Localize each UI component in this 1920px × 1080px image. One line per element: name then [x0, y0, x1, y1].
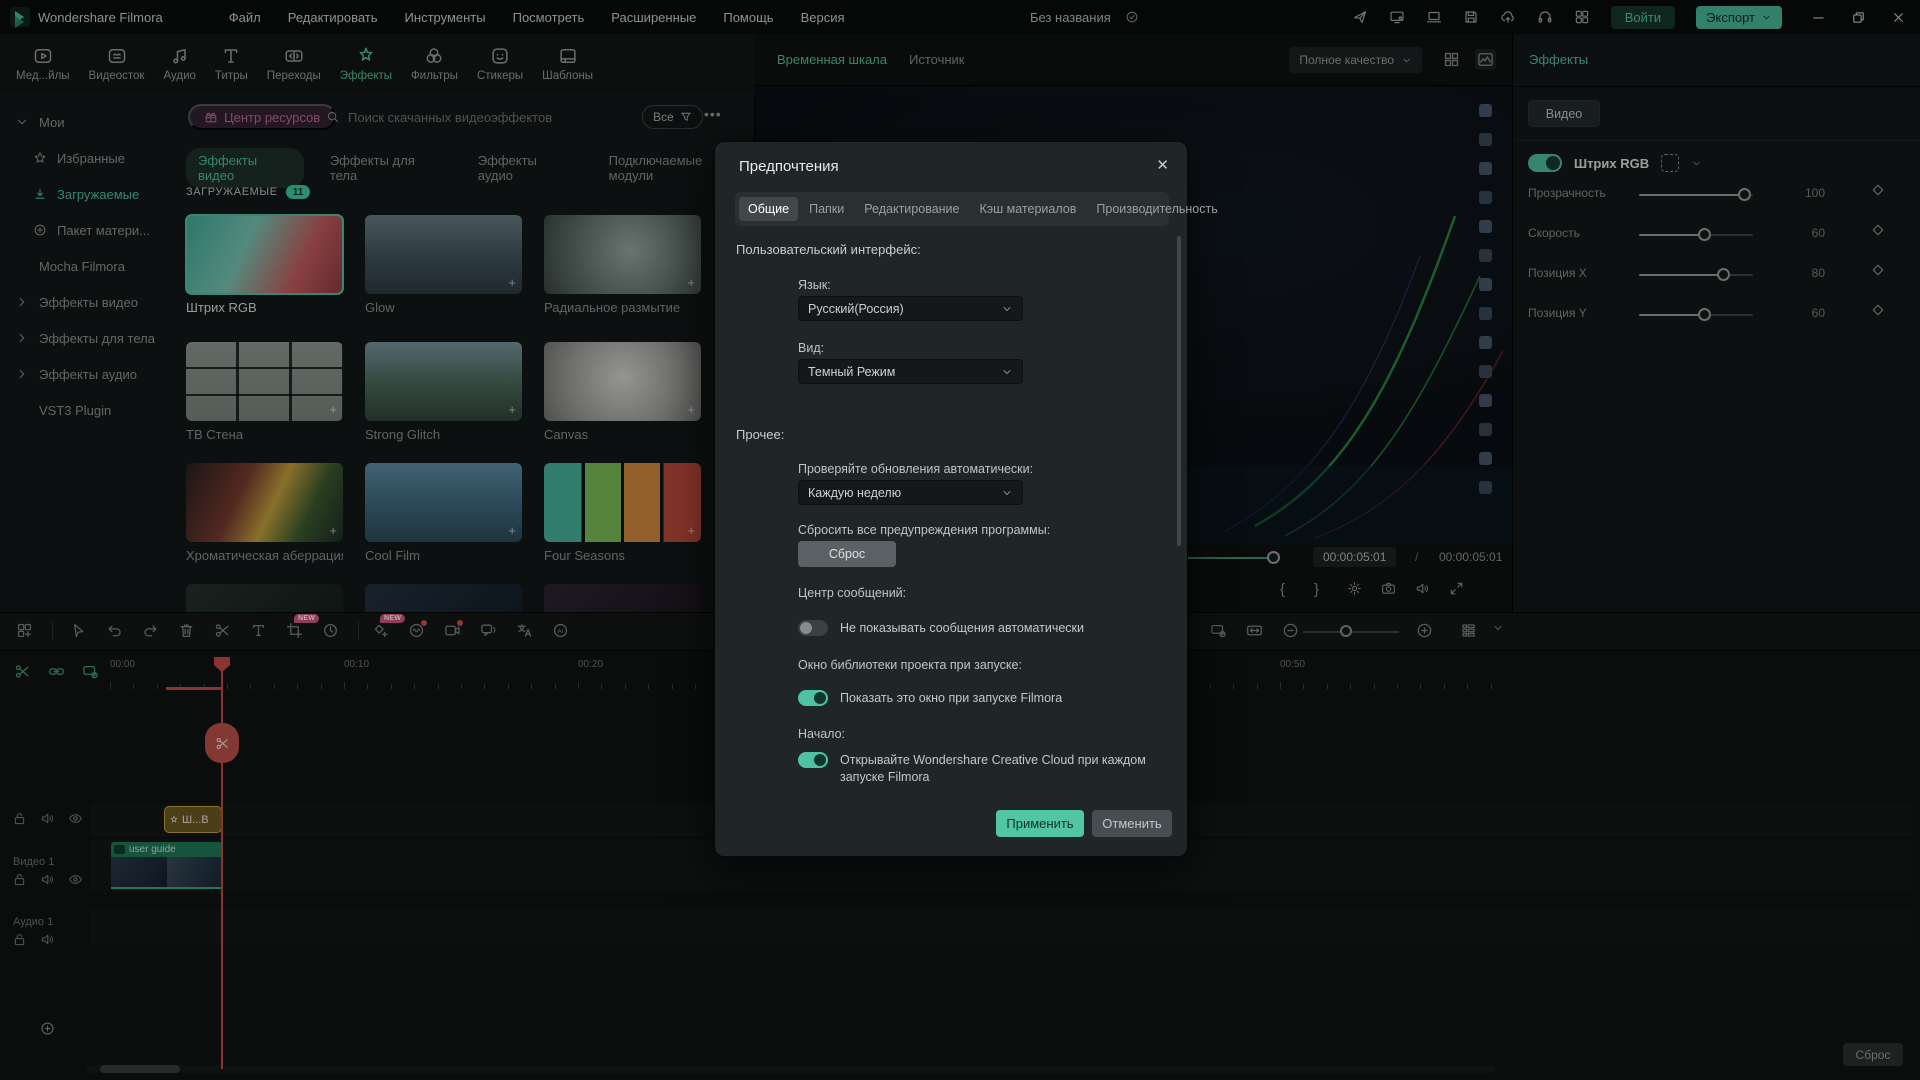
library-toggle[interactable]	[798, 690, 828, 706]
reset-warnings-button[interactable]: Сброс	[798, 541, 896, 567]
language-value: Русский(Россия)	[808, 302, 904, 316]
ui-section-label: Пользовательский интерфейс:	[736, 242, 921, 257]
view-select[interactable]: Темный Режим	[798, 359, 1023, 384]
dialog-tabs: ОбщиеПапкиРедактированиеКэш материаловПр…	[735, 192, 1169, 226]
view-label: Вид:	[798, 341, 824, 355]
updates-value: Каждую неделю	[808, 486, 901, 500]
dialog-tab[interactable]: Кэш материалов	[971, 197, 1086, 221]
start-toggle[interactable]	[798, 752, 828, 768]
chevron-down-icon	[1001, 366, 1013, 378]
language-label: Язык:	[798, 278, 831, 292]
messages-toggle[interactable]	[798, 620, 828, 636]
start-section-label: Начало:	[798, 727, 845, 741]
start-toggle-label: Открывайте Wondershare Creative Cloud пр…	[840, 752, 1170, 786]
updates-label: Проверяйте обновления автоматически:	[798, 462, 1033, 476]
message-center-label: Центр сообщений:	[798, 586, 906, 600]
dialog-tab[interactable]: Папки	[800, 197, 853, 221]
library-toggle-row: Показать это окно при запуске Filmora	[798, 690, 1062, 707]
language-select[interactable]: Русский(Россия)	[798, 296, 1023, 321]
dialog-title: Предпочтения	[739, 158, 839, 175]
updates-select[interactable]: Каждую неделю	[798, 480, 1023, 505]
dialog-tab[interactable]: Редактирование	[855, 197, 968, 221]
reset-warnings-label: Сбросить все предупреждения программы:	[798, 523, 1050, 537]
messages-toggle-row: Не показывать сообщения автоматически	[798, 620, 1084, 637]
chevron-down-icon	[1001, 487, 1013, 499]
other-section-label: Прочее:	[736, 427, 784, 442]
preferences-dialog: Предпочтения ✕ ОбщиеПапкиРедактированиеК…	[714, 141, 1188, 857]
start-toggle-row: Открывайте Wondershare Creative Cloud пр…	[798, 752, 1170, 786]
messages-toggle-label: Не показывать сообщения автоматически	[840, 620, 1084, 637]
library-toggle-label: Показать это окно при запуске Filmora	[840, 690, 1062, 707]
dialog-tab[interactable]: Общие	[739, 197, 798, 221]
view-value: Темный Режим	[808, 365, 895, 379]
dialog-tab[interactable]: Производительность	[1087, 197, 1226, 221]
dialog-close-button[interactable]: ✕	[1156, 156, 1169, 174]
cancel-button[interactable]: Отменить	[1092, 810, 1172, 837]
library-label: Окно библиотеки проекта при запуске:	[798, 658, 1022, 672]
chevron-down-icon	[1001, 303, 1013, 315]
apply-button[interactable]: Применить	[996, 810, 1084, 837]
dialog-scrollbar[interactable]	[1177, 236, 1181, 546]
